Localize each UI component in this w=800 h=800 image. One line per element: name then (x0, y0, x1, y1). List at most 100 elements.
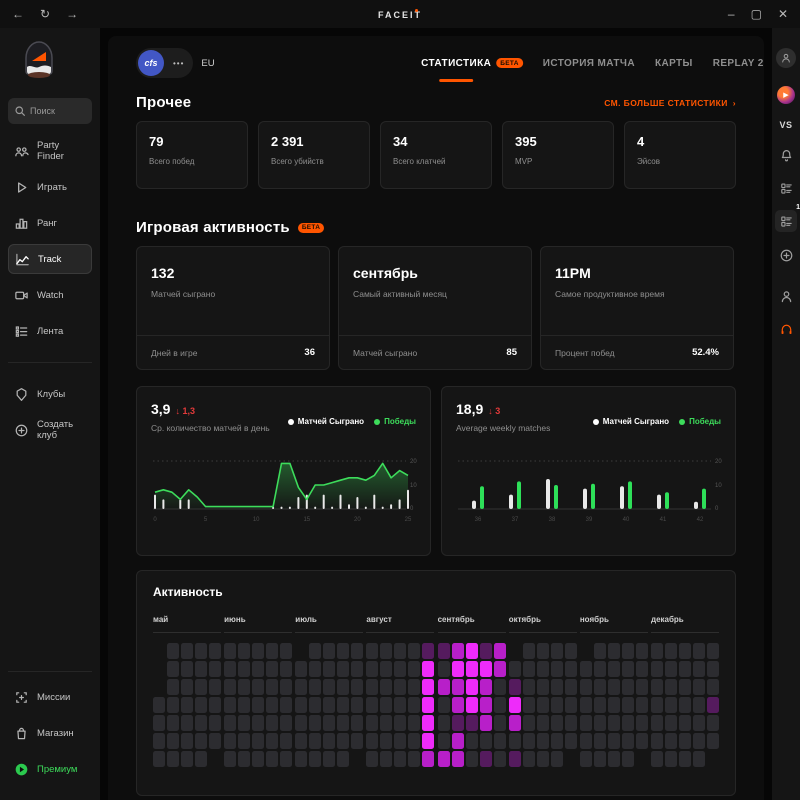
sidebar-item-лента[interactable]: Лента (8, 316, 92, 346)
heatmap-cell[interactable] (280, 661, 292, 677)
heatmap-cell[interactable] (337, 751, 349, 767)
heatmap-cell[interactable] (636, 661, 648, 677)
heatmap-cell[interactable] (622, 697, 634, 713)
heatmap-cell[interactable] (309, 697, 321, 713)
heatmap-cell[interactable] (337, 733, 349, 749)
heatmap-cell[interactable] (494, 661, 506, 677)
heatmap-cell[interactable] (252, 751, 264, 767)
heatmap-cell[interactable] (608, 697, 620, 713)
sidebar-item-track[interactable]: Track (8, 244, 92, 274)
heatmap-cell[interactable] (209, 643, 221, 659)
heatmap-cell[interactable] (394, 733, 406, 749)
heatmap-cell[interactable] (394, 715, 406, 731)
heatmap-cell[interactable] (167, 661, 179, 677)
heatmap-cell[interactable] (366, 661, 378, 677)
heatmap-cell[interactable] (608, 733, 620, 749)
heatmap-cell[interactable] (366, 697, 378, 713)
heatmap-cell[interactable] (580, 751, 592, 767)
heatmap-cell[interactable] (224, 679, 236, 695)
refresh-button[interactable]: ↻ (40, 8, 50, 20)
heatmap-cell[interactable] (622, 679, 634, 695)
heatmap-cell[interactable] (380, 643, 392, 659)
heatmap-cell[interactable] (693, 751, 705, 767)
heatmap-cell[interactable] (494, 733, 506, 749)
heatmap-cell[interactable] (209, 733, 221, 749)
heatmap-cell[interactable] (167, 697, 179, 713)
sidebar-item-ранг[interactable]: Ранг (8, 208, 92, 238)
heatmap-cell[interactable] (523, 751, 535, 767)
heatmap-cell[interactable] (195, 751, 207, 767)
heatmap-cell[interactable] (280, 679, 292, 695)
add-friend-icon[interactable] (779, 248, 794, 263)
heatmap-cell[interactable] (394, 697, 406, 713)
heatmap-cell[interactable] (238, 751, 250, 767)
heatmap-cell[interactable] (537, 733, 549, 749)
heatmap-cell[interactable] (323, 715, 335, 731)
heatmap-cell[interactable] (665, 751, 677, 767)
heatmap-cell[interactable] (580, 661, 592, 677)
heatmap-cell[interactable] (351, 715, 363, 731)
heatmap-cell[interactable] (509, 715, 521, 731)
heatmap-cell[interactable] (351, 643, 363, 659)
heatmap-cell[interactable] (707, 679, 719, 695)
heatmap-cell[interactable] (224, 661, 236, 677)
notifications-bell-icon[interactable] (779, 148, 794, 163)
tab-2[interactable]: ИСТОРИЯ МАТЧА (543, 58, 635, 69)
heatmap-cell[interactable] (181, 751, 193, 767)
heatmap-cell[interactable] (351, 661, 363, 677)
heatmap-cell[interactable] (394, 751, 406, 767)
heatmap-cell[interactable] (494, 715, 506, 731)
heatmap-cell[interactable] (252, 661, 264, 677)
heatmap-cell[interactable] (252, 733, 264, 749)
heatmap-cell[interactable] (181, 697, 193, 713)
voice-headset-icon[interactable] (779, 322, 794, 337)
heatmap-cell[interactable] (480, 643, 492, 659)
user-avatar[interactable]: cfs (138, 50, 164, 76)
heatmap-cell[interactable] (622, 661, 634, 677)
heatmap-cell[interactable] (408, 697, 420, 713)
heatmap-cell[interactable] (636, 715, 648, 731)
heatmap-cell[interactable] (438, 643, 450, 659)
sidebar-item-создать-клуб[interactable]: Создать клуб (8, 415, 92, 445)
heatmap-cell[interactable] (651, 679, 663, 695)
heatmap-cell[interactable] (636, 697, 648, 713)
heatmap-cell[interactable] (366, 751, 378, 767)
heatmap-cell[interactable] (394, 643, 406, 659)
heatmap-cell[interactable] (480, 715, 492, 731)
heatmap-cell[interactable] (422, 643, 434, 659)
heatmap-cell[interactable] (266, 751, 278, 767)
heatmap-cell[interactable] (280, 751, 292, 767)
heatmap-cell[interactable] (707, 715, 719, 731)
heatmap-cell[interactable] (309, 715, 321, 731)
heatmap-cell[interactable] (551, 751, 563, 767)
heatmap-cell[interactable] (153, 733, 165, 749)
heatmap-cell[interactable] (707, 697, 719, 713)
user-avatar-icon[interactable] (776, 48, 796, 68)
heatmap-cell[interactable] (323, 733, 335, 749)
heatmap-cell[interactable] (309, 733, 321, 749)
sidebar-item-party-finder[interactable]: Party Finder (8, 136, 92, 166)
heatmap-cell[interactable] (181, 661, 193, 677)
heatmap-cell[interactable] (523, 661, 535, 677)
heatmap-cell[interactable] (295, 733, 307, 749)
heatmap-cell[interactable] (408, 733, 420, 749)
heatmap-cell[interactable] (438, 715, 450, 731)
heatmap-cell[interactable] (622, 751, 634, 767)
vs-matchmaking[interactable]: VS (779, 120, 792, 130)
heatmap-cell[interactable] (707, 733, 719, 749)
heatmap-cell[interactable] (323, 679, 335, 695)
minimize-button[interactable]: – (728, 8, 735, 20)
heatmap-cell[interactable] (580, 679, 592, 695)
heatmap-cell[interactable] (452, 643, 464, 659)
heatmap-cell[interactable] (509, 733, 521, 749)
heatmap-cell[interactable] (452, 697, 464, 713)
heatmap-cell[interactable] (608, 751, 620, 767)
heatmap-cell[interactable] (651, 733, 663, 749)
heatmap-cell[interactable] (394, 661, 406, 677)
heatmap-cell[interactable] (551, 697, 563, 713)
search-box[interactable] (8, 98, 92, 124)
heatmap-cell[interactable] (679, 697, 691, 713)
heatmap-cell[interactable] (195, 643, 207, 659)
heatmap-cell[interactable] (466, 751, 478, 767)
heatmap-cell[interactable] (594, 679, 606, 695)
